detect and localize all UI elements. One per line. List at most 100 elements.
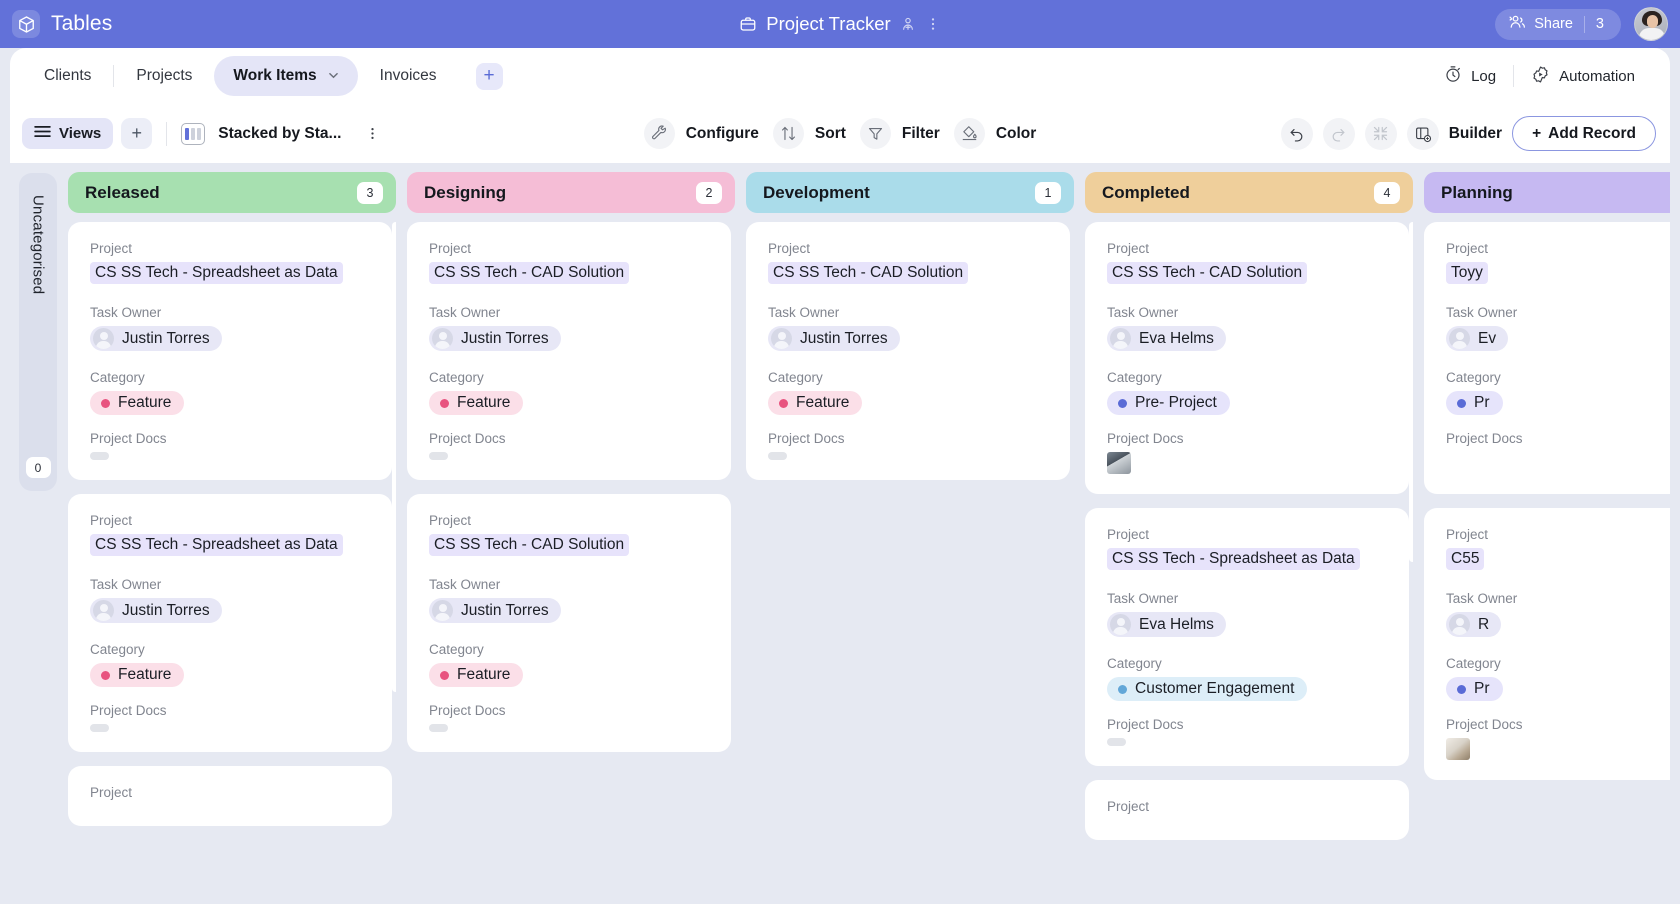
project-value[interactable]: CS SS Tech - Spreadsheet as Data <box>1107 548 1360 570</box>
task-owner-value[interactable]: Justin Torres <box>90 598 222 623</box>
builder-button[interactable]: Builder <box>1449 125 1502 143</box>
category-value[interactable]: Pre- Project <box>1107 391 1230 415</box>
color-button[interactable]: Color <box>954 118 1036 149</box>
filter-label: Filter <box>902 125 940 143</box>
redo-button[interactable] <box>1323 118 1355 150</box>
project-value[interactable]: CS SS Tech - CAD Solution <box>429 262 629 284</box>
record-card[interactable]: ProjectCS SS Tech - CAD SolutionTask Own… <box>407 494 731 752</box>
field-label-category: Category <box>1446 656 1670 671</box>
person-lock-icon[interactable] <box>900 16 916 32</box>
project-docs-thumbnail[interactable] <box>1107 452 1131 474</box>
column-header[interactable]: Designing2 <box>407 172 735 213</box>
record-card[interactable]: ProjectCS SS Tech - Spreadsheet as DataT… <box>1085 508 1409 766</box>
category-value[interactable]: Feature <box>768 391 862 415</box>
configure-button[interactable]: Configure <box>644 118 759 149</box>
task-owner-value[interactable]: Eva Helms <box>1107 612 1226 637</box>
kanban-board[interactable]: Uncategorised 0 Released3ProjectCS SS Te… <box>10 163 1670 904</box>
record-card[interactable]: Project <box>1085 780 1409 840</box>
kanban-column[interactable]: Completed4ProjectCS SS Tech - CAD Soluti… <box>1085 163 1413 904</box>
record-card[interactable]: ProjectCS SS Tech - CAD SolutionTask Own… <box>407 222 731 480</box>
kanban-column[interactable]: Development1 ProjectCS SS Tech - CAD Solu… <box>746 163 1074 904</box>
current-view[interactable]: Stacked by Sta... <box>181 123 380 145</box>
sort-button[interactable]: Sort <box>773 118 846 149</box>
task-owner-value[interactable]: Justin Torres <box>429 326 561 351</box>
filter-button[interactable]: Filter <box>860 118 940 149</box>
undo-button[interactable] <box>1281 118 1313 150</box>
add-record-button[interactable]: + Add Record <box>1512 116 1656 151</box>
task-owner-value[interactable]: Eva Helms <box>1107 326 1226 351</box>
view-options-icon[interactable] <box>365 126 380 141</box>
column-card-list[interactable]: ProjectCS SS Tech - CAD SolutionTask Own… <box>407 222 735 904</box>
views-button[interactable]: Views <box>22 118 113 149</box>
builder-icon[interactable] <box>1407 118 1439 150</box>
add-view-button[interactable]: + <box>121 118 152 149</box>
project-value[interactable]: Toyy <box>1446 262 1488 284</box>
kanban-column[interactable]: Planning ProjectToyyTask OwnerEvCategoryP… <box>1424 163 1670 904</box>
project-value[interactable]: CS SS Tech - CAD Solution <box>768 262 968 284</box>
task-owner-value[interactable]: R <box>1446 612 1501 637</box>
category-color-dot <box>440 671 449 680</box>
column-card-list[interactable]: ProjectCS SS Tech - CAD SolutionTask Own… <box>1085 222 1413 904</box>
category-value[interactable]: Feature <box>90 391 184 415</box>
brand[interactable]: Tables <box>0 10 112 38</box>
tab-projects[interactable]: Projects <box>114 56 214 96</box>
project-value[interactable]: CS SS Tech - CAD Solution <box>429 534 629 556</box>
task-owner-value[interactable]: Justin Torres <box>90 326 222 351</box>
column-card-list[interactable]: ProjectCS SS Tech - Spreadsheet as DataT… <box>68 222 396 904</box>
task-owner-name: Eva Helms <box>1139 616 1214 634</box>
record-card[interactable]: ProjectCS SS Tech - CAD SolutionTask Own… <box>746 222 1070 480</box>
record-card[interactable]: ProjectCS SS Tech - CAD SolutionTask Own… <box>1085 222 1409 494</box>
record-card[interactable]: ProjectC55Task OwnerRCategoryPrProject D… <box>1424 508 1670 780</box>
category-name: Customer Engagement <box>1135 680 1294 698</box>
project-docs-thumbnail[interactable] <box>1446 738 1470 760</box>
collapse-button[interactable] <box>1365 118 1397 150</box>
project-docs-thumbnail[interactable] <box>1446 452 1470 474</box>
project-value[interactable]: CS SS Tech - Spreadsheet as Data <box>90 262 343 284</box>
record-card[interactable]: Project <box>68 766 392 826</box>
record-card[interactable]: ProjectCS SS Tech - Spreadsheet as DataT… <box>68 494 392 752</box>
avatar <box>93 328 114 349</box>
share-button[interactable]: Share 3 <box>1495 9 1621 40</box>
task-owner-value[interactable]: Justin Torres <box>768 326 900 351</box>
project-value[interactable]: CS SS Tech - Spreadsheet as Data <box>90 534 343 556</box>
task-owner-name: Ev <box>1478 330 1496 348</box>
automation-button[interactable]: Automation <box>1514 65 1652 88</box>
field-value-category-wrap: Pr <box>1446 677 1670 701</box>
category-value[interactable]: Customer Engagement <box>1107 677 1307 701</box>
kanban-column[interactable]: Released3ProjectCS SS Tech - Spreadsheet… <box>68 163 396 904</box>
field-label-category: Category <box>90 642 370 657</box>
column-header[interactable]: Planning <box>1424 172 1670 213</box>
kanban-column[interactable]: Designing2 ProjectCS SS Tech - CAD Soluti… <box>407 163 735 904</box>
record-card[interactable]: ProjectCS SS Tech - Spreadsheet as DataT… <box>68 222 392 480</box>
category-value[interactable]: Feature <box>90 663 184 687</box>
project-value[interactable]: CS SS Tech - CAD Solution <box>1107 262 1307 284</box>
column-card-list[interactable]: ProjectToyyTask OwnerEvCategoryPrProject… <box>1424 222 1670 904</box>
category-value[interactable]: Pr <box>1446 677 1503 701</box>
uncategorised-lane[interactable]: Uncategorised 0 <box>19 173 57 491</box>
column-count-badge: 2 <box>696 182 722 204</box>
add-tab-button[interactable]: + <box>476 63 503 90</box>
task-owner-value[interactable]: Ev <box>1446 326 1508 351</box>
column-scrollbar[interactable] <box>392 222 396 692</box>
hamburger-icon <box>34 125 51 142</box>
category-value[interactable]: Feature <box>429 391 523 415</box>
tab-invoices[interactable]: Invoices <box>358 56 459 96</box>
record-card[interactable]: ProjectToyyTask OwnerEvCategoryPrProject… <box>1424 222 1670 494</box>
column-header[interactable]: Completed4 <box>1085 172 1413 213</box>
field-value-project-wrap: CS SS Tech - CAD Solution <box>429 262 709 289</box>
column-header[interactable]: Released3 <box>68 172 396 213</box>
user-avatar[interactable] <box>1634 7 1668 41</box>
project-value[interactable]: C55 <box>1446 548 1484 570</box>
project-docs-attachment-stub <box>768 452 787 460</box>
column-card-list[interactable]: ProjectCS SS Tech - CAD SolutionTask Own… <box>746 222 1074 904</box>
task-owner-value[interactable]: Justin Torres <box>429 598 561 623</box>
field-label-category: Category <box>429 642 709 657</box>
column-scrollbar[interactable] <box>1409 222 1413 562</box>
log-button[interactable]: Log <box>1427 65 1513 87</box>
category-value[interactable]: Pr <box>1446 391 1503 415</box>
column-header[interactable]: Development1 <box>746 172 1074 213</box>
tab-clients[interactable]: Clients <box>22 56 113 96</box>
more-options-icon[interactable] <box>925 16 941 32</box>
category-value[interactable]: Feature <box>429 663 523 687</box>
tab-work-items[interactable]: Work Items <box>214 56 357 96</box>
